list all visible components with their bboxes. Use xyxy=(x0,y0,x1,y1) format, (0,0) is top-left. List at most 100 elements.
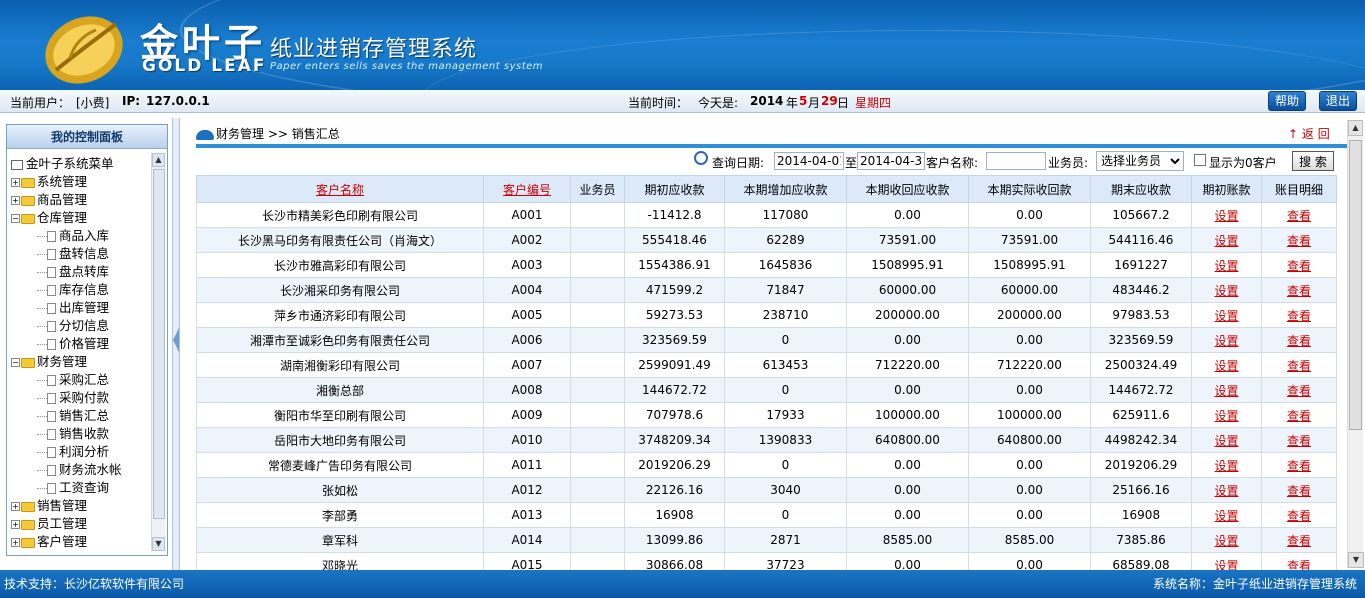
folder-icon xyxy=(21,537,35,548)
expand-icon[interactable]: + xyxy=(11,196,20,205)
day-char: 日 xyxy=(837,96,850,110)
table-cell: 22126.16 xyxy=(624,477,725,503)
menu-item-sales-receipt[interactable]: 销售收款 xyxy=(11,425,151,443)
expand-icon[interactable]: + xyxy=(11,178,20,187)
menu-item-stock-out[interactable]: 出库管理 xyxy=(11,299,151,317)
menu-group-staff[interactable]: + 员工管理 xyxy=(11,515,151,533)
search-button[interactable]: 搜 索 xyxy=(1292,151,1334,171)
menu-tree: 金叶子系统菜单 + 系统管理 + 商品管理 − 仓库管理 商品入库 盘转信息 盘点转库… xyxy=(11,155,151,553)
collapse-icon[interactable]: − xyxy=(11,358,20,367)
set-opening-link[interactable]: 设置 xyxy=(1191,302,1262,328)
column-header[interactable]: 客户编号 xyxy=(483,175,571,203)
exit-button[interactable]: 退出 xyxy=(1319,91,1358,111)
view-detail-link[interactable]: 查看 xyxy=(1261,502,1337,528)
set-opening-link[interactable]: 设置 xyxy=(1191,452,1262,478)
view-detail-link[interactable]: 查看 xyxy=(1261,402,1337,428)
date-to-input[interactable] xyxy=(857,152,925,170)
view-detail-link[interactable]: 查看 xyxy=(1261,377,1337,403)
table-cell: 62289 xyxy=(724,227,847,253)
table-cell: 2871 xyxy=(724,527,847,553)
scroll-up-icon[interactable]: ▲ xyxy=(152,153,165,167)
menu-group-finance[interactable]: − 财务管理 xyxy=(11,353,151,371)
view-detail-link[interactable]: 查看 xyxy=(1261,427,1337,453)
set-opening-link[interactable]: 设置 xyxy=(1191,477,1262,503)
menu-item-price-manage[interactable]: 价格管理 xyxy=(11,335,151,353)
menu-item-inventory-info[interactable]: 库存信息 xyxy=(11,281,151,299)
menu-group-goods[interactable]: + 商品管理 xyxy=(11,191,151,209)
help-button[interactable]: 帮助 xyxy=(1268,91,1307,111)
salesman-select[interactable]: 选择业务员 xyxy=(1096,151,1184,171)
view-detail-link[interactable]: 查看 xyxy=(1261,477,1337,503)
set-opening-link[interactable]: 设置 xyxy=(1191,277,1262,303)
menu-group-warehouse[interactable]: − 仓库管理 xyxy=(11,209,151,227)
customer-input[interactable] xyxy=(986,152,1046,170)
sidebar-splitter[interactable] xyxy=(172,118,180,570)
breadcrumb-parent[interactable]: 财务管理 xyxy=(216,127,264,141)
collapse-icon[interactable]: − xyxy=(11,214,20,223)
table-cell xyxy=(570,252,625,278)
column-header[interactable]: 客户名称 xyxy=(196,175,484,203)
view-detail-link[interactable]: 查看 xyxy=(1261,252,1337,278)
menu-group-customer[interactable]: + 客户管理 xyxy=(11,533,151,551)
menu-group-system[interactable]: + 系统管理 xyxy=(11,173,151,191)
set-opening-link[interactable]: 设置 xyxy=(1191,352,1262,378)
menu-item-stock-in[interactable]: 商品入库 xyxy=(11,227,151,245)
set-opening-link[interactable]: 设置 xyxy=(1191,527,1262,553)
view-detail-link[interactable]: 查看 xyxy=(1261,302,1337,328)
page-scrollbar[interactable]: ▲ ▼ xyxy=(1347,120,1364,568)
tree-root[interactable]: 金叶子系统菜单 xyxy=(11,155,151,173)
expand-icon[interactable]: + xyxy=(11,538,20,547)
menu-item-sales-summary[interactable]: 销售汇总 xyxy=(11,407,151,425)
expand-icon[interactable]: + xyxy=(11,502,20,511)
table-cell: 0.00 xyxy=(846,502,969,528)
set-opening-link[interactable]: 设置 xyxy=(1191,427,1262,453)
view-detail-link[interactable]: 查看 xyxy=(1261,527,1337,553)
table-cell: 59273.53 xyxy=(624,302,725,328)
collapse-arrow-icon[interactable] xyxy=(173,328,179,352)
set-opening-link[interactable]: 设置 xyxy=(1191,227,1262,253)
menu-item-salary-query[interactable]: 工资查询 xyxy=(11,479,151,497)
back-link[interactable]: ↑ 返 回 xyxy=(1288,125,1330,142)
menu-item-transfer-info[interactable]: 盘转信息 xyxy=(11,245,151,263)
view-detail-link[interactable]: 查看 xyxy=(1261,277,1337,303)
folder-icon xyxy=(21,501,35,512)
table-cell: 2599091.49 xyxy=(624,352,725,378)
menu-item-stocktake-transfer[interactable]: 盘点转库 xyxy=(11,263,151,281)
menu-item-profit-analysis[interactable]: 利润分析 xyxy=(11,443,151,461)
sales-summary-table: 客户名称 客户编号 业务员 期初应收款 本期增加应收款 本期收回应收款 本期实际收回款 期末应… xyxy=(196,175,1337,578)
table-cell: 3040 xyxy=(724,477,847,503)
view-detail-link[interactable]: 查看 xyxy=(1261,327,1337,353)
scroll-thumb[interactable] xyxy=(1349,140,1362,430)
menu-item-purchase-summary[interactable]: 采购汇总 xyxy=(11,371,151,389)
show-zero-checkbox[interactable] xyxy=(1194,154,1206,166)
date-month: 5 xyxy=(799,94,808,108)
menu-item-label: 盘点转库 xyxy=(59,264,110,279)
view-detail-link[interactable]: 查看 xyxy=(1261,227,1337,253)
set-opening-link[interactable]: 设置 xyxy=(1191,502,1262,528)
menu-item-purchase-payment[interactable]: 采购付款 xyxy=(11,389,151,407)
expand-icon[interactable]: + xyxy=(11,520,20,529)
set-opening-link[interactable]: 设置 xyxy=(1191,402,1262,428)
view-detail-link[interactable]: 查看 xyxy=(1261,452,1337,478)
table-cell xyxy=(570,302,625,328)
document-icon xyxy=(47,393,56,404)
menu-group-sales[interactable]: + 销售管理 xyxy=(11,497,151,515)
menu-group-label: 系统管理 xyxy=(37,174,88,189)
table-cell: 16908 xyxy=(624,502,725,528)
sidebar-scrollbar[interactable]: ▲ ▼ xyxy=(151,153,165,551)
set-opening-link[interactable]: 设置 xyxy=(1191,377,1262,403)
table-cell: 100000.00 xyxy=(968,402,1091,428)
scroll-down-icon[interactable]: ▼ xyxy=(152,537,165,551)
table-cell: 0.00 xyxy=(846,452,969,478)
menu-item-cutting-info[interactable]: 分切信息 xyxy=(11,317,151,335)
scroll-up-icon[interactable]: ▲ xyxy=(1348,120,1363,136)
set-opening-link[interactable]: 设置 xyxy=(1191,202,1262,228)
view-detail-link[interactable]: 查看 xyxy=(1261,352,1337,378)
menu-item-cash-journal[interactable]: 财务流水帐 xyxy=(11,461,151,479)
date-from-input[interactable] xyxy=(774,152,844,170)
set-opening-link[interactable]: 设置 xyxy=(1191,327,1262,353)
set-opening-link[interactable]: 设置 xyxy=(1191,252,1262,278)
scroll-thumb[interactable] xyxy=(153,169,165,519)
scroll-down-icon[interactable]: ▼ xyxy=(1348,552,1364,568)
view-detail-link[interactable]: 查看 xyxy=(1261,202,1337,228)
